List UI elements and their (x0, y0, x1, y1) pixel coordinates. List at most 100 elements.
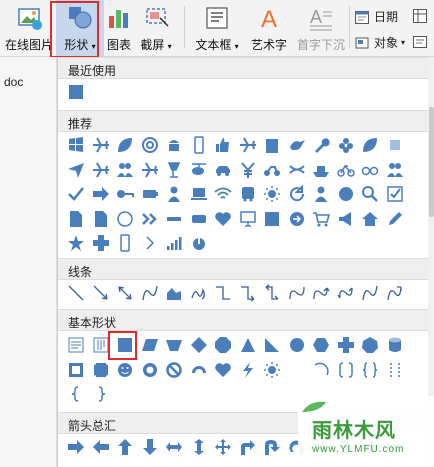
shape-signal-icon[interactable] (162, 231, 186, 255)
chart-button[interactable]: 图表 (104, 0, 134, 56)
shape-plane-icon[interactable] (236, 133, 260, 157)
shape-glasses-icon[interactable] (358, 158, 382, 182)
shape-arrow-left-icon[interactable] (89, 435, 113, 459)
shape-no-symbol-icon[interactable] (162, 358, 186, 382)
shape-donut-icon[interactable] (138, 358, 162, 382)
shape-triangle-icon[interactable] (236, 333, 260, 357)
shape-heart-icon[interactable] (211, 358, 235, 382)
shape-motorcycle-icon[interactable] (260, 158, 284, 182)
shape-star-icon[interactable] (64, 231, 88, 255)
shape-arc-icon[interactable] (309, 358, 333, 382)
shape-arrow-down-icon[interactable] (138, 435, 162, 459)
shape-flower-icon[interactable] (334, 133, 358, 157)
shape-ship-icon[interactable] (309, 158, 333, 182)
shape-arrow-line-icon[interactable] (89, 281, 113, 305)
shape-octagon-icon[interactable] (211, 333, 235, 357)
shape-pencil-icon[interactable] (383, 207, 407, 231)
shape-arrow-bend-icon[interactable] (236, 435, 260, 459)
shape-trapezoid-icon[interactable] (162, 333, 186, 357)
shape-brace-right-icon[interactable] (89, 382, 113, 406)
shape-android-icon[interactable] (162, 133, 186, 157)
shape-phone-icon[interactable] (187, 133, 211, 157)
shape-cylinder-icon[interactable] (383, 333, 407, 357)
shape-curve-icon[interactable] (138, 281, 162, 305)
scrollbar-thumb[interactable] (429, 107, 434, 217)
shape-line-icon[interactable] (64, 281, 88, 305)
shape-document-icon[interactable] (64, 207, 88, 231)
wordart-button[interactable]: A 艺术字 (246, 0, 292, 56)
shape-yen-icon[interactable] (236, 158, 260, 182)
shape-brace-icon[interactable] (358, 358, 382, 382)
extra-button[interactable] (412, 8, 432, 24)
shape-home-icon[interactable] (358, 207, 382, 231)
shape-step-arrow-icon[interactable] (309, 281, 333, 305)
shape-step-icon[interactable] (285, 281, 309, 305)
shape-checkbox-icon[interactable] (383, 182, 407, 206)
shape-parallelogram-icon[interactable] (138, 333, 162, 357)
shape-cross-icon[interactable] (334, 333, 358, 357)
shape-heart-icon[interactable] (211, 207, 235, 231)
shape-lamp-icon[interactable] (162, 158, 186, 182)
shape-minus-icon[interactable] (162, 207, 186, 231)
shape-plane-icon[interactable] (138, 158, 162, 182)
shape-people-icon[interactable] (113, 158, 137, 182)
shape-at-icon[interactable] (138, 133, 162, 157)
shape-sun-icon[interactable] (260, 182, 284, 206)
shape-bicycle-icon[interactable] (334, 158, 358, 182)
shape-thumbs-up-icon[interactable] (211, 133, 235, 157)
shape-chevrons-icon[interactable] (138, 207, 162, 231)
shape-power-icon[interactable] (187, 231, 211, 255)
shape-scribble-icon[interactable] (187, 281, 211, 305)
shape-arrow-left-right-icon[interactable] (162, 435, 186, 459)
shape-elbow-arrow-icon[interactable] (236, 281, 260, 305)
shape-helicopter-icon[interactable] (187, 158, 211, 182)
shape-block-arc-icon[interactable] (187, 358, 211, 382)
shape-curve-icon[interactable] (358, 281, 382, 305)
shape-plaque-icon[interactable] (89, 358, 113, 382)
shape-diamond-icon[interactable] (187, 333, 211, 357)
shape-laptop-icon[interactable] (187, 182, 211, 206)
shape-circle-icon[interactable] (285, 333, 309, 357)
shape-people-icon[interactable] (383, 158, 407, 182)
shape-brace-left-icon[interactable] (64, 382, 88, 406)
shape-quad-arrow-icon[interactable] (211, 435, 235, 459)
shape-cross-icon[interactable] (89, 231, 113, 255)
shape-leaf-icon[interactable] (358, 133, 382, 157)
shape-key-icon[interactable] (113, 182, 137, 206)
shape-send-icon[interactable] (64, 158, 88, 182)
shape-ribbon-icon[interactable] (285, 158, 309, 182)
shape-textbox-icon[interactable] (64, 333, 88, 357)
shape-battery-icon[interactable] (138, 182, 162, 206)
textbox-button[interactable]: 文本框 ▾ (190, 0, 244, 56)
shape-unknown-icon[interactable] (383, 133, 407, 157)
screenshot-button[interactable]: 截屏 ▾ (134, 0, 178, 56)
shape-heptagon-icon[interactable] (358, 333, 382, 357)
shape-sun-icon[interactable] (260, 358, 284, 382)
shape-elbow-double-arrow-icon[interactable] (260, 281, 284, 305)
shape-person-icon[interactable] (162, 182, 186, 206)
shape-elbow-icon[interactable] (211, 281, 235, 305)
shape-double-bracket-icon[interactable] (383, 358, 407, 382)
shape-megaphone-icon[interactable] (334, 207, 358, 231)
shape-freeform-icon[interactable] (162, 281, 186, 305)
extra-button-2[interactable] (412, 34, 432, 50)
shape-refresh-icon[interactable] (285, 182, 309, 206)
shape-arrow-right-icon[interactable] (64, 435, 88, 459)
shape-train-icon[interactable] (187, 207, 211, 231)
shape-document-icon[interactable] (89, 207, 113, 231)
shape-phone-icon[interactable] (113, 231, 137, 255)
shape-leaf-icon[interactable] (113, 133, 137, 157)
shape-right-triangle-icon[interactable] (260, 333, 284, 357)
shape-wrench-icon[interactable] (309, 133, 333, 157)
shape-rectangle-icon[interactable] (260, 207, 284, 231)
shape-smiley-icon[interactable] (113, 358, 137, 382)
shape-frame-icon[interactable] (64, 358, 88, 382)
shape-wifi-icon[interactable] (211, 182, 235, 206)
shape-arrow-up-icon[interactable] (113, 435, 137, 459)
shape-double-arrow-line-icon[interactable] (113, 281, 137, 305)
shape-bracket-icon[interactable] (334, 358, 358, 382)
shape-moon-icon[interactable] (285, 358, 309, 382)
online-picture-button[interactable]: 在线图片 (2, 0, 56, 56)
shape-hexagon-icon[interactable] (309, 333, 333, 357)
shape-magnifier-icon[interactable] (358, 182, 382, 206)
